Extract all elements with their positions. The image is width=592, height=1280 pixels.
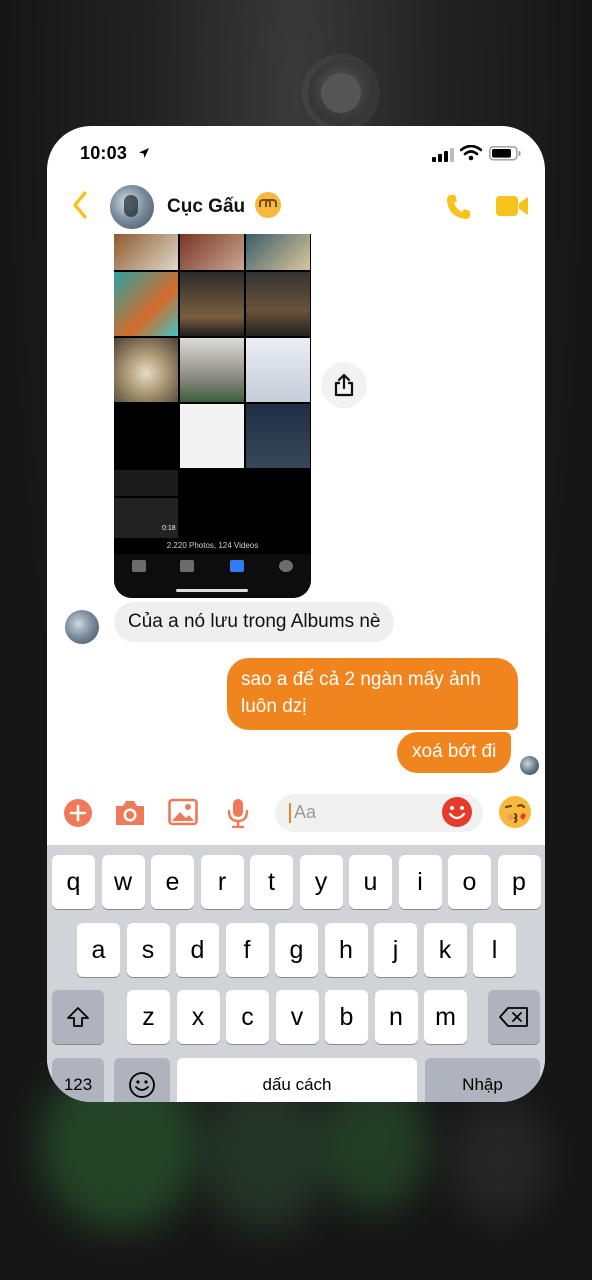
backspace-key[interactable] — [488, 990, 540, 1044]
key-r[interactable]: r — [200, 855, 244, 909]
space-key[interactable]: dấu cách — [177, 1058, 417, 1102]
sender-avatar[interactable] — [65, 610, 99, 644]
share-icon — [334, 373, 354, 397]
message-bubble-incoming[interactable]: Của a nó lưu trong Albums nè — [114, 602, 395, 642]
location-arrow-icon — [139, 148, 149, 158]
key-h[interactable]: h — [324, 923, 368, 977]
cellular-signal-icon — [432, 148, 454, 162]
image-icon[interactable] — [168, 798, 198, 826]
composer-bar: Aa — [47, 790, 545, 846]
backspace-icon — [499, 1007, 528, 1027]
shift-icon — [67, 1007, 89, 1027]
background-blob — [200, 1080, 330, 1230]
key-d[interactable]: d — [176, 923, 219, 977]
background-blob — [450, 1100, 550, 1220]
key-c[interactable]: c — [226, 990, 269, 1044]
key-v[interactable]: v — [275, 990, 319, 1044]
return-key[interactable]: Nhập — [425, 1058, 540, 1102]
microphone-icon[interactable] — [227, 798, 249, 828]
key-s[interactable]: s — [126, 923, 170, 977]
wifi-icon — [460, 145, 482, 161]
contact-avatar[interactable] — [110, 185, 154, 229]
key-x[interactable]: x — [176, 990, 220, 1044]
key-f[interactable]: f — [225, 923, 269, 977]
messenger-screen: 10:03 Cục Gấu 0:18 2.220 Photos, 124 Vid… — [47, 126, 545, 1102]
key-q[interactable]: q — [52, 855, 95, 909]
key-o[interactable]: o — [448, 855, 491, 909]
emoji-keyboard-key[interactable] — [114, 1058, 170, 1102]
photos-tabbar — [114, 554, 311, 598]
numbers-key[interactable]: 123 — [52, 1058, 104, 1102]
camera-icon[interactable] — [113, 798, 147, 828]
key-w[interactable]: w — [101, 855, 145, 909]
phone-icon[interactable] — [444, 192, 474, 222]
keyboard-emoji-icon — [129, 1072, 155, 1098]
kiss-emoji-icon[interactable] — [498, 795, 532, 829]
text-caret — [289, 803, 291, 823]
plus-icon[interactable] — [63, 798, 93, 828]
chat-header: Cục Gấu — [47, 182, 545, 234]
key-u[interactable]: u — [349, 855, 392, 909]
emoji-icon[interactable] — [441, 796, 473, 828]
back-chevron-icon[interactable] — [71, 190, 89, 220]
key-j[interactable]: j — [374, 923, 417, 977]
key-m[interactable]: m — [424, 990, 467, 1044]
key-t[interactable]: t — [250, 855, 293, 909]
key-l[interactable]: l — [473, 923, 516, 977]
key-k[interactable]: k — [423, 923, 467, 977]
battery-icon — [489, 146, 521, 161]
status-time: 10:03 — [80, 143, 128, 163]
key-g[interactable]: g — [275, 923, 318, 977]
message-input-placeholder: Aa — [294, 802, 317, 822]
share-button[interactable] — [321, 362, 367, 408]
contact-name[interactable]: Cục Gấu — [167, 196, 245, 218]
key-y[interactable]: y — [299, 855, 343, 909]
status-bar: 10:03 — [47, 126, 545, 182]
key-e[interactable]: e — [151, 855, 194, 909]
smiling-hearts-emoji-icon — [255, 192, 281, 218]
shift-key[interactable] — [52, 990, 104, 1044]
message-bubble-outgoing[interactable]: sao a để cả 2 ngàn mấy ảnh luôn dzị — [227, 658, 518, 730]
key-z[interactable]: z — [127, 990, 170, 1044]
message-bubble-outgoing[interactable]: xoá bớt đi — [397, 732, 512, 773]
photo-count-label: 2.220 Photos, 124 Videos — [166, 541, 259, 550]
key-b[interactable]: b — [325, 990, 368, 1044]
keyboard: 123 dấu cách Nhập qwertyuiop asdfghjkl zxc… — [47, 845, 545, 1102]
assistive-touch-button[interactable] — [308, 60, 374, 126]
key-p[interactable]: p — [497, 855, 541, 909]
video-call-icon[interactable] — [495, 194, 529, 218]
key-n[interactable]: n — [374, 990, 418, 1044]
key-i[interactable]: i — [398, 855, 442, 909]
key-a[interactable]: a — [77, 923, 120, 977]
video-duration: 0:18 — [162, 525, 176, 532]
shared-screenshot-image[interactable]: 0:18 2.220 Photos, 124 Videos — [114, 234, 311, 598]
seen-avatar — [520, 756, 539, 775]
